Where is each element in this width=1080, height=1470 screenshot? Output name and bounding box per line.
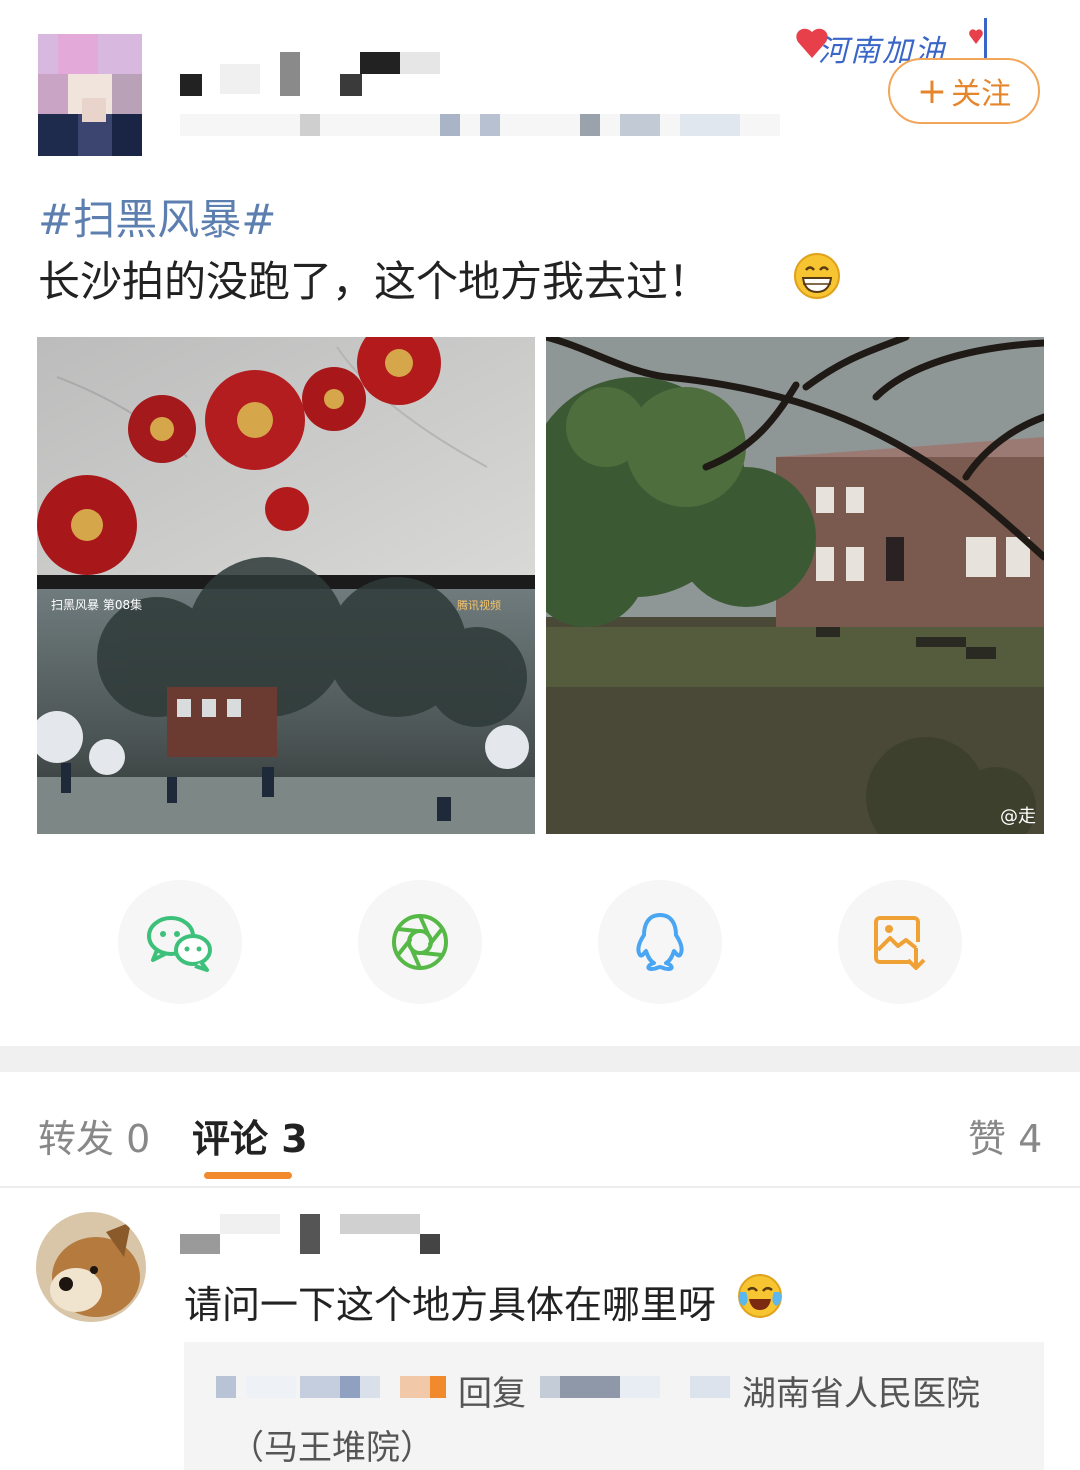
tab-likes-count: 4 [1018, 1117, 1043, 1161]
tabs-divider [0, 1186, 1080, 1188]
tab-likes-label: 赞 [968, 1117, 1007, 1161]
section-divider [0, 1046, 1080, 1072]
save-image-button[interactable] [838, 880, 962, 1004]
post-image-1[interactable]: 扫黑风暴 第08集 腾讯视频 [37, 337, 535, 834]
author-avatar[interactable] [38, 34, 142, 156]
image-watermark: @走 [1000, 806, 1036, 827]
post-meta-blurred [180, 114, 780, 136]
reply-word: 回复 [458, 1374, 526, 1414]
follow-button[interactable]: + 关注 [888, 58, 1040, 124]
commenter-name-blurred[interactable] [180, 1214, 440, 1254]
reply-target-blurred[interactable] [540, 1372, 740, 1402]
share-moments-button[interactable] [358, 880, 482, 1004]
save-image-icon [874, 916, 926, 970]
tab-comments[interactable]: 评论 3 [192, 1108, 308, 1163]
commenter-avatar[interactable] [36, 1212, 146, 1322]
tab-repost[interactable]: 转发 0 [38, 1108, 150, 1163]
share-wechat-button[interactable] [118, 880, 242, 1004]
tab-repost-count: 0 [126, 1117, 151, 1161]
reply-text-line1: 湖南省人民医院 [742, 1374, 980, 1414]
post-text: 长沙拍的没跑了，这个地方我去过！ [38, 257, 711, 306]
grinning-face-icon [794, 253, 840, 299]
reply-author-blurred[interactable] [216, 1372, 448, 1402]
wechat-icon [147, 916, 212, 972]
plus-icon: + [916, 70, 948, 112]
comment-text: 请问一下这个地方具体在哪里呀 [184, 1283, 717, 1327]
tab-comments-label: 评论 [192, 1117, 269, 1161]
moments-icon [392, 914, 448, 970]
qq-icon [636, 913, 684, 971]
laughing-crying-icon [738, 1274, 782, 1318]
tv-overlay-logo: 腾讯视频 [457, 598, 501, 612]
active-tab-indicator [204, 1172, 292, 1179]
tab-likes[interactable]: 赞 4 [968, 1108, 1042, 1163]
share-qq-button[interactable] [598, 880, 722, 1004]
tv-overlay-title: 扫黑风暴 第08集 [51, 597, 142, 612]
post-image-2[interactable]: @走 [546, 337, 1044, 834]
reply-text-line2: （马王堆院） [230, 1428, 434, 1468]
follow-label: 关注 [951, 77, 1012, 112]
author-name-blurred[interactable] [180, 52, 470, 98]
tab-comments-count: 3 [281, 1117, 308, 1161]
tab-repost-label: 转发 [38, 1117, 115, 1161]
post-hashtag[interactable]: #扫黑风暴# [38, 186, 276, 247]
